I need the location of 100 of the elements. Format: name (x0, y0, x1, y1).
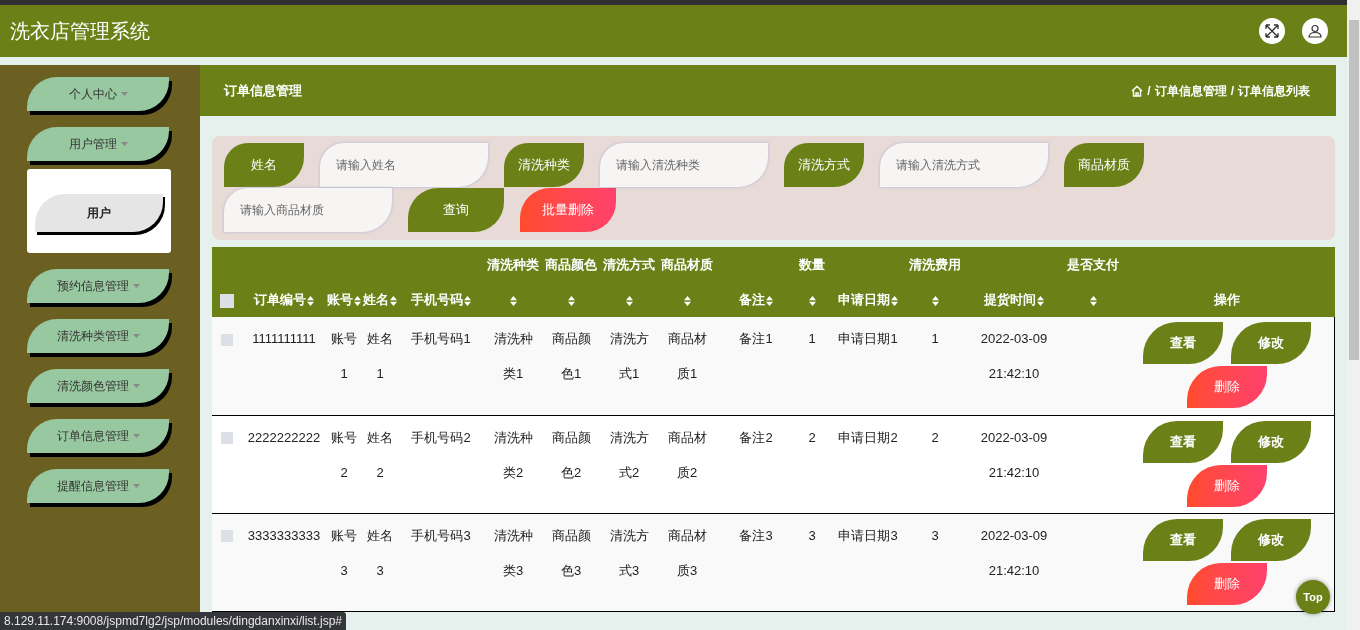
edit-button[interactable]: 修改 (1231, 322, 1311, 364)
sort-icon[interactable] (626, 295, 633, 306)
search-field[interactable]: 请输入商品材质 (224, 188, 392, 232)
checkbox[interactable] (221, 333, 233, 346)
table-cell: 清洗方式3 (609, 527, 649, 578)
fullscreen-button[interactable] (1259, 18, 1285, 44)
column-header[interactable]: 清洗费用 (909, 247, 961, 282)
caret-icon (132, 384, 140, 388)
table-cell: 清洗方式1 (609, 331, 649, 381)
column-header[interactable]: 账号 (327, 282, 353, 317)
column-header: 操作 (1214, 291, 1241, 309)
caret-icon (120, 92, 128, 96)
app-title: 洗衣店管理系统 (10, 19, 150, 44)
column-header[interactable]: 手机号码 (411, 282, 463, 317)
column-header[interactable]: 申请日期 (838, 282, 890, 317)
search-field[interactable]: 请输入姓名 (320, 143, 488, 187)
breadcrumb-link[interactable]: 订单信息管理 (1154, 81, 1227, 100)
page-title: 订单信息管理 (224, 81, 302, 100)
search-label: 商品材质 (1064, 143, 1144, 187)
checkbox[interactable] (220, 293, 234, 308)
sort-icon[interactable] (766, 295, 773, 306)
table-cell: 商品材质1 (667, 331, 707, 381)
table-cell: 1 (808, 331, 816, 346)
table-cell: 账号2 (331, 429, 357, 480)
table-cell: 手机号码2 (411, 429, 471, 445)
table-cell: 备注3 (739, 527, 773, 543)
table-cell: 申请日期3 (838, 527, 898, 543)
table-cell: 手机号码3 (411, 527, 471, 543)
table-cell: 商品颜色1 (551, 331, 591, 381)
table-cell: 3 (808, 527, 816, 543)
caret-icon (132, 434, 140, 438)
column-header[interactable]: 是否支付 (1067, 247, 1119, 282)
column-header[interactable]: 订单编号 (254, 282, 306, 317)
caret-icon (120, 142, 128, 146)
search-button[interactable]: 查询 (408, 188, 504, 232)
table-cell: 2 (808, 429, 816, 445)
search-field[interactable]: 请输入清洗方式 (880, 143, 1048, 187)
search-field[interactable]: 请输入清洗种类 (600, 143, 768, 187)
search-label: 清洗方式 (784, 143, 864, 187)
sort-icon[interactable] (510, 295, 517, 306)
table-cell: 2 (931, 429, 939, 445)
delete-button[interactable]: 删除 (1187, 366, 1267, 408)
column-header[interactable]: 备注 (739, 282, 765, 317)
view-button[interactable]: 查看 (1143, 518, 1223, 561)
table-cell: 3 (931, 527, 939, 543)
delete-button[interactable]: 删除 (1187, 464, 1267, 507)
caret-icon (132, 284, 140, 288)
table-cell: 账号1 (331, 331, 357, 381)
breadcrumb-separator: / (1147, 82, 1151, 100)
edit-button[interactable]: 修改 (1231, 518, 1311, 561)
table-cell: 姓名1 (367, 331, 393, 381)
batch-delete-button[interactable]: 批量删除 (520, 188, 616, 232)
search-label: 清洗种类 (504, 143, 584, 187)
column-header[interactable]: 商品材质 (661, 247, 713, 282)
sort-icon[interactable] (1090, 295, 1097, 306)
table-cell: 手机号码1 (411, 331, 471, 346)
edit-button[interactable]: 修改 (1231, 420, 1311, 463)
table-cell: 商品材质3 (667, 527, 707, 578)
view-button[interactable]: 查看 (1143, 420, 1223, 463)
table-cell: 姓名3 (367, 527, 393, 578)
home-icon[interactable] (1131, 84, 1144, 97)
sort-icon[interactable] (1037, 295, 1044, 306)
caret-icon (132, 334, 140, 338)
checkbox[interactable] (221, 530, 233, 543)
table-cell: 1 (931, 331, 939, 346)
column-header[interactable]: 商品颜色 (545, 247, 597, 282)
column-header[interactable]: 清洗方式 (603, 247, 655, 282)
table-cell: 账号3 (331, 527, 357, 578)
user-button[interactable] (1302, 18, 1328, 44)
table-cell: 2022-03-09 21:42:10 (980, 331, 1048, 381)
breadcrumb-separator: / (1230, 82, 1234, 100)
table-cell: 1111111111 (252, 331, 316, 346)
table-cell: 2222222222 (247, 429, 321, 445)
table-cell: 2022-03-09 21:42:10 (980, 429, 1048, 480)
sort-icon[interactable] (684, 295, 691, 306)
column-header[interactable]: 姓名 (363, 282, 389, 317)
search-label: 姓名 (224, 143, 304, 187)
column-header[interactable]: 提货时间 (984, 282, 1036, 317)
breadcrumb-link[interactable]: 订单信息列表 (1238, 81, 1310, 100)
caret-icon (132, 484, 140, 488)
sort-icon[interactable] (390, 295, 397, 306)
table-cell: 商品颜色3 (551, 527, 591, 578)
submenu-item[interactable]: 用户 (35, 194, 163, 232)
column-header[interactable]: 数量 (799, 247, 825, 282)
delete-button[interactable]: 删除 (1187, 562, 1267, 605)
sort-icon[interactable] (932, 295, 939, 306)
sort-icon[interactable] (354, 295, 361, 306)
view-button[interactable]: 查看 (1143, 322, 1223, 364)
table-cell: 3333333333 (247, 527, 321, 543)
table-cell: 2022-03-09 21:42:10 (980, 527, 1048, 578)
table-cell: 申请日期2 (838, 429, 898, 445)
sort-icon[interactable] (891, 295, 898, 306)
sort-icon[interactable] (568, 295, 575, 306)
checkbox[interactable] (221, 432, 233, 445)
sort-icon[interactable] (809, 295, 816, 306)
column-header[interactable]: 清洗种类 (487, 247, 539, 282)
table-cell: 清洗种类1 (493, 331, 533, 381)
sort-icon[interactable] (307, 295, 314, 306)
table-cell: 商品材质2 (667, 429, 707, 480)
sort-icon[interactable] (464, 295, 471, 306)
